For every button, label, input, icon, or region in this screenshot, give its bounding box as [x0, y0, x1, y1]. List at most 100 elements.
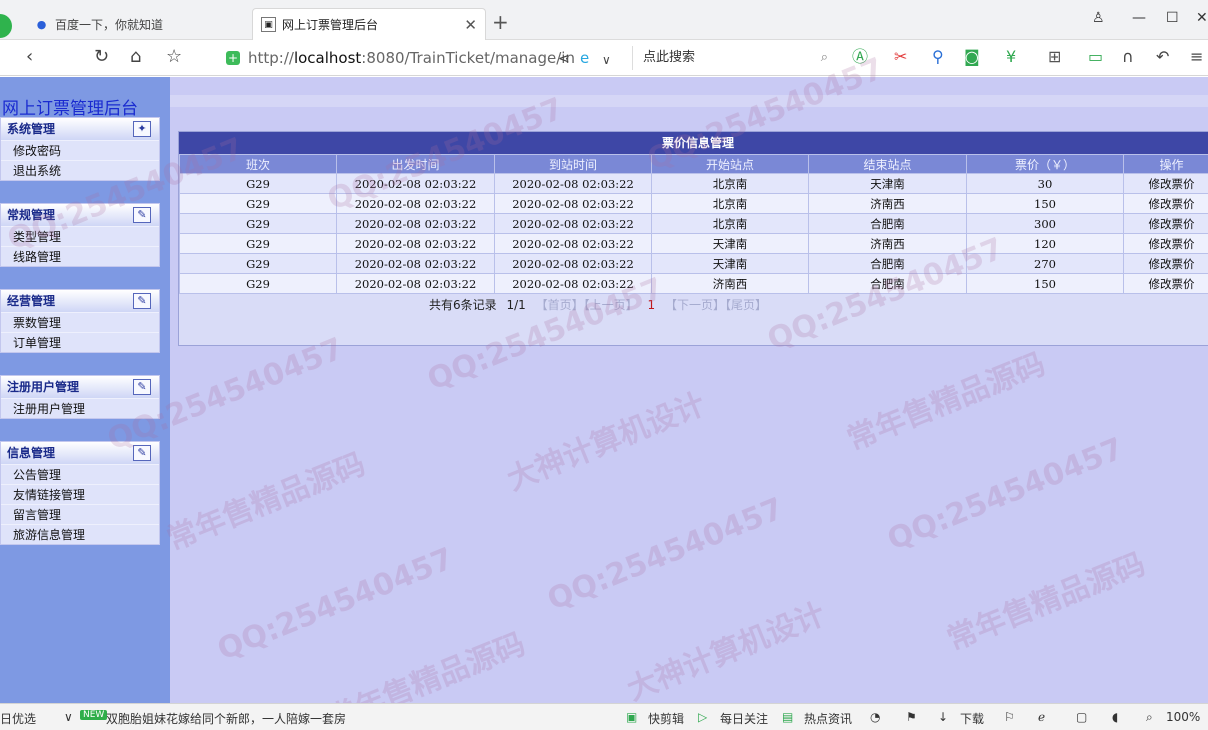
menu-item-type[interactable]: 类型管理	[1, 226, 159, 246]
menu-item-links[interactable]: 友情链接管理	[1, 484, 159, 504]
battery-icon[interactable]: ▭	[1088, 48, 1103, 66]
headset-icon[interactable]: ∩	[1122, 48, 1134, 66]
home-icon[interactable]: ⌂	[130, 47, 141, 67]
cell-depart: 2020-02-08 02:03:22	[336, 213, 495, 234]
browser-tab-bar: ● 百度一下，你就知道 ▣ 网上订票管理后台 ✕ + ♙ — ☐ ✕	[0, 0, 1208, 40]
share-icon[interactable]: ⋖	[558, 49, 570, 69]
next-page-link[interactable]: 【下一页】	[665, 298, 725, 312]
flag-icon[interactable]: ⚐	[1004, 710, 1015, 724]
refresh-icon[interactable]: ↻	[94, 47, 109, 67]
cell-price: 30	[966, 173, 1124, 194]
close-icon[interactable]: ✕	[464, 16, 477, 34]
news-ticker[interactable]: 双胞胎姐妹花嫁给同个新郎，一人陪嫁一套房	[106, 710, 346, 727]
star-icon[interactable]: ☆	[166, 47, 182, 67]
undo-icon[interactable]: ↶	[1156, 48, 1169, 66]
group-label: 信息管理	[7, 446, 56, 460]
table-row: G29 2020-02-08 02:03:22 2020-02-08 02:03…	[179, 213, 1208, 234]
cell-to: 合肥南	[808, 253, 967, 274]
speed-icon[interactable]: ◔	[870, 710, 880, 724]
video-icon: ▣	[626, 710, 638, 724]
menu-group-title[interactable]: 注册用户管理 ✎	[1, 376, 159, 398]
table-row: G29 2020-02-08 02:03:22 2020-02-08 02:03…	[179, 173, 1208, 194]
tab-admin[interactable]: ▣ 网上订票管理后台 ✕	[252, 8, 486, 40]
window-icon[interactable]: ▢	[1076, 710, 1087, 724]
prev-page-link[interactable]: 【上一页】	[584, 298, 638, 312]
cell-depart: 2020-02-08 02:03:22	[336, 253, 495, 274]
magnifier-icon[interactable]: ⚲	[932, 48, 944, 66]
menu-item-notice[interactable]: 公告管理	[1, 464, 159, 484]
cell-arrive: 2020-02-08 02:03:22	[494, 233, 652, 254]
cell-train: G29	[179, 233, 337, 254]
cell-arrive: 2020-02-08 02:03:22	[494, 213, 652, 234]
game-icon[interactable]: ◙	[964, 48, 980, 66]
cell-from: 天津南	[651, 233, 809, 254]
menu-icon[interactable]: ≡	[1190, 48, 1203, 66]
maximize-icon[interactable]: ☐	[1166, 10, 1179, 26]
tab-baidu[interactable]: ● 百度一下，你就知道	[26, 8, 250, 40]
menu-group-users: 注册用户管理 ✎ 注册用户管理	[0, 375, 160, 419]
cell-price: 120	[966, 233, 1124, 254]
column-header: 操作	[1123, 154, 1208, 174]
secure-icon: +	[226, 51, 240, 65]
menu-group-title[interactable]: 常规管理 ✎	[1, 204, 159, 226]
cut-icon[interactable]: ✂	[894, 48, 907, 66]
edit-price-link[interactable]: 修改票价	[1123, 193, 1208, 214]
group-label: 系统管理	[7, 122, 56, 136]
menu-item-orders[interactable]: 订单管理	[1, 332, 159, 352]
ie-mode-icon[interactable]: ℯ	[1038, 710, 1045, 724]
search-input[interactable]: 点此搜索 ⌕	[632, 46, 832, 70]
browser-status-bar: 日优选 ∨ NEW 双胞胎姐妹花嫁给同个新郎，一人陪嫁一套房 ▣ 快剪辑 ▷ 每…	[0, 703, 1208, 730]
pin-icon[interactable]: ⚑	[906, 710, 917, 724]
status-hot-news[interactable]: 热点资讯	[804, 710, 852, 727]
zoom-level[interactable]: 100%	[1166, 710, 1200, 724]
cell-train: G29	[179, 173, 337, 194]
menu-item-travel[interactable]: 旅游信息管理	[1, 524, 159, 544]
table-header-row: 班次 出发时间 到站时间 开始站点 结束站点 票价（￥） 操作	[179, 154, 1208, 174]
page-count: 1/1	[506, 298, 526, 312]
tab-label: 百度一下，你就知道	[55, 17, 164, 32]
back-icon[interactable]: ‹	[26, 47, 33, 67]
volume-icon[interactable]: ◖	[1112, 710, 1118, 724]
status-clip[interactable]: 快剪辑	[648, 710, 684, 727]
cell-from: 北京南	[651, 193, 809, 214]
edit-price-link[interactable]: 修改票价	[1123, 253, 1208, 274]
edit-price-link[interactable]: 修改票价	[1123, 213, 1208, 234]
edit-price-link[interactable]: 修改票价	[1123, 173, 1208, 194]
status-deals[interactable]: 日优选	[0, 710, 36, 727]
menu-item-route[interactable]: 线路管理	[1, 246, 159, 266]
chevron-down-icon[interactable]: ∨	[64, 710, 73, 724]
coupon-icon[interactable]: ¥	[1006, 48, 1016, 66]
cell-price: 270	[966, 253, 1124, 274]
status-download[interactable]: 下载	[960, 710, 984, 727]
menu-item-change-password[interactable]: 修改密码	[1, 140, 159, 160]
menu-item-messages[interactable]: 留言管理	[1, 504, 159, 524]
close-window-icon[interactable]: ✕	[1196, 10, 1208, 26]
translate-icon[interactable]: Ⓐ	[852, 48, 868, 66]
minimize-icon[interactable]: —	[1132, 10, 1146, 26]
edit-price-link[interactable]: 修改票价	[1123, 273, 1208, 294]
status-daily[interactable]: 每日关注	[720, 710, 768, 727]
last-page-link[interactable]: 【尾页】	[725, 298, 767, 312]
apps-icon[interactable]: ⊞	[1048, 48, 1061, 66]
chevron-down-icon[interactable]: ∨	[602, 50, 611, 70]
column-header: 结束站点	[808, 154, 967, 174]
cell-to: 济南西	[808, 193, 967, 214]
menu-group-title[interactable]: 信息管理 ✎	[1, 442, 159, 464]
cell-to: 合肥南	[808, 273, 967, 294]
search-icon[interactable]: ⌕	[821, 46, 828, 70]
menu-item-registered-users[interactable]: 注册用户管理	[1, 398, 159, 418]
cell-depart: 2020-02-08 02:03:22	[336, 233, 495, 254]
browser-toolbar: ‹ ↻ ⌂ ☆ + http://localhost:8080/TrainTic…	[0, 40, 1208, 76]
first-page-link[interactable]: 【首页】	[536, 298, 584, 312]
menu-item-tickets[interactable]: 票数管理	[1, 312, 159, 332]
cell-depart: 2020-02-08 02:03:22	[336, 193, 495, 214]
menu-group-title[interactable]: 经营管理 ✎	[1, 290, 159, 312]
menu-item-logout[interactable]: 退出系统	[1, 160, 159, 180]
current-page[interactable]: 1	[647, 298, 655, 312]
new-tab-button[interactable]: +	[492, 10, 509, 34]
edit-price-link[interactable]: 修改票价	[1123, 233, 1208, 254]
ie-icon[interactable]: e	[580, 48, 589, 68]
menu-group-title[interactable]: 系统管理 ✦	[1, 118, 159, 140]
price-panel: 票价信息管理 班次 出发时间 到站时间 开始站点 结束站点 票价（￥） 操作 G…	[178, 131, 1208, 346]
skin-icon[interactable]: ♙	[1092, 10, 1105, 26]
